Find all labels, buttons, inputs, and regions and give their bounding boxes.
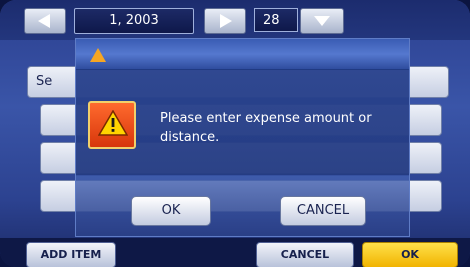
dialog-ok-button[interactable]: OK <box>131 196 211 226</box>
warning-icon <box>88 101 136 149</box>
alert-dialog: Please enter expense amount or distance.… <box>75 38 410 237</box>
dropdown-arrow-icon <box>314 16 330 26</box>
day-dropdown-button[interactable] <box>300 8 344 34</box>
warning-triangle-icon <box>98 110 128 136</box>
dialog-cancel-button[interactable]: CANCEL <box>280 196 366 226</box>
list-item-label: Se <box>36 74 53 89</box>
bottom-cancel-button[interactable]: CANCEL <box>256 242 354 267</box>
warning-icon <box>90 48 106 62</box>
add-item-button[interactable]: ADD ITEM <box>26 242 116 267</box>
date-display: 1, 2003 <box>74 8 194 34</box>
app-screen: 1, 2003 28 Se ADD ITEM CANCEL OK Please … <box>0 0 470 267</box>
next-arrow-icon <box>220 14 232 28</box>
prev-arrow-icon <box>38 14 50 28</box>
prev-button[interactable] <box>24 8 66 34</box>
dialog-message: Please enter expense amount or distance. <box>160 111 372 145</box>
bottom-ok-button[interactable]: OK <box>362 242 458 267</box>
dialog-title-bar <box>76 39 409 70</box>
next-button[interactable] <box>204 8 246 34</box>
day-field[interactable]: 28 <box>254 8 298 32</box>
